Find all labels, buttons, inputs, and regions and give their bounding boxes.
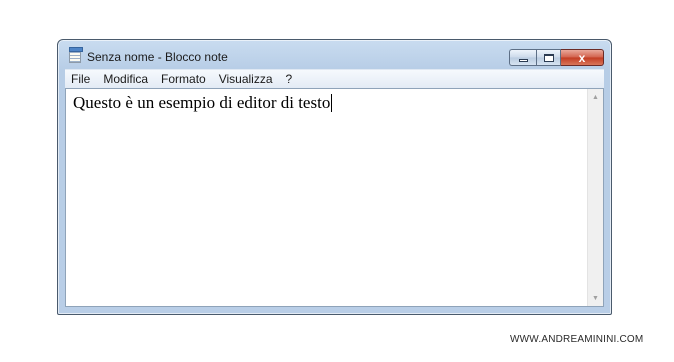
text-caret [331, 94, 333, 112]
menu-item-modifica[interactable]: Modifica [103, 72, 148, 86]
close-icon: x [578, 50, 586, 65]
notepad-icon[interactable] [69, 47, 83, 63]
close-button[interactable]: x [561, 49, 604, 66]
arrow-up-icon: ▲ [592, 93, 599, 101]
menu-item-help[interactable]: ? [286, 72, 293, 86]
scroll-up-button[interactable]: ▲ [588, 89, 603, 105]
notepad-window: Senza nome - Blocco note x File Modifica… [57, 39, 612, 315]
maximize-icon [543, 53, 554, 62]
window-title: Senza nome - Blocco note [87, 50, 228, 64]
scroll-down-button[interactable]: ▼ [588, 290, 603, 306]
editor-content: Questo è un esempio di editor di testo [73, 93, 331, 112]
title-bar[interactable]: Senza nome - Blocco note x [58, 40, 611, 68]
minimize-button[interactable] [509, 49, 536, 66]
caption-buttons: x [509, 49, 604, 66]
menu-item-formato[interactable]: Formato [161, 72, 206, 86]
menu-item-visualizza[interactable]: Visualizza [219, 72, 273, 86]
maximize-button[interactable] [536, 49, 561, 66]
arrow-down-icon: ▼ [592, 294, 599, 302]
menu-bar: File Modifica Formato Visualizza ? [65, 69, 604, 88]
vertical-scrollbar[interactable]: ▲ ▼ [587, 89, 603, 306]
minimize-icon [518, 59, 528, 62]
watermark-text: WWW.ANDREAMININI.COM [510, 334, 644, 345]
menu-item-file[interactable]: File [71, 72, 90, 86]
editor-area: Questo è un esempio di editor di testo ▲… [65, 88, 604, 307]
text-editor[interactable]: Questo è un esempio di editor di testo [66, 89, 588, 306]
